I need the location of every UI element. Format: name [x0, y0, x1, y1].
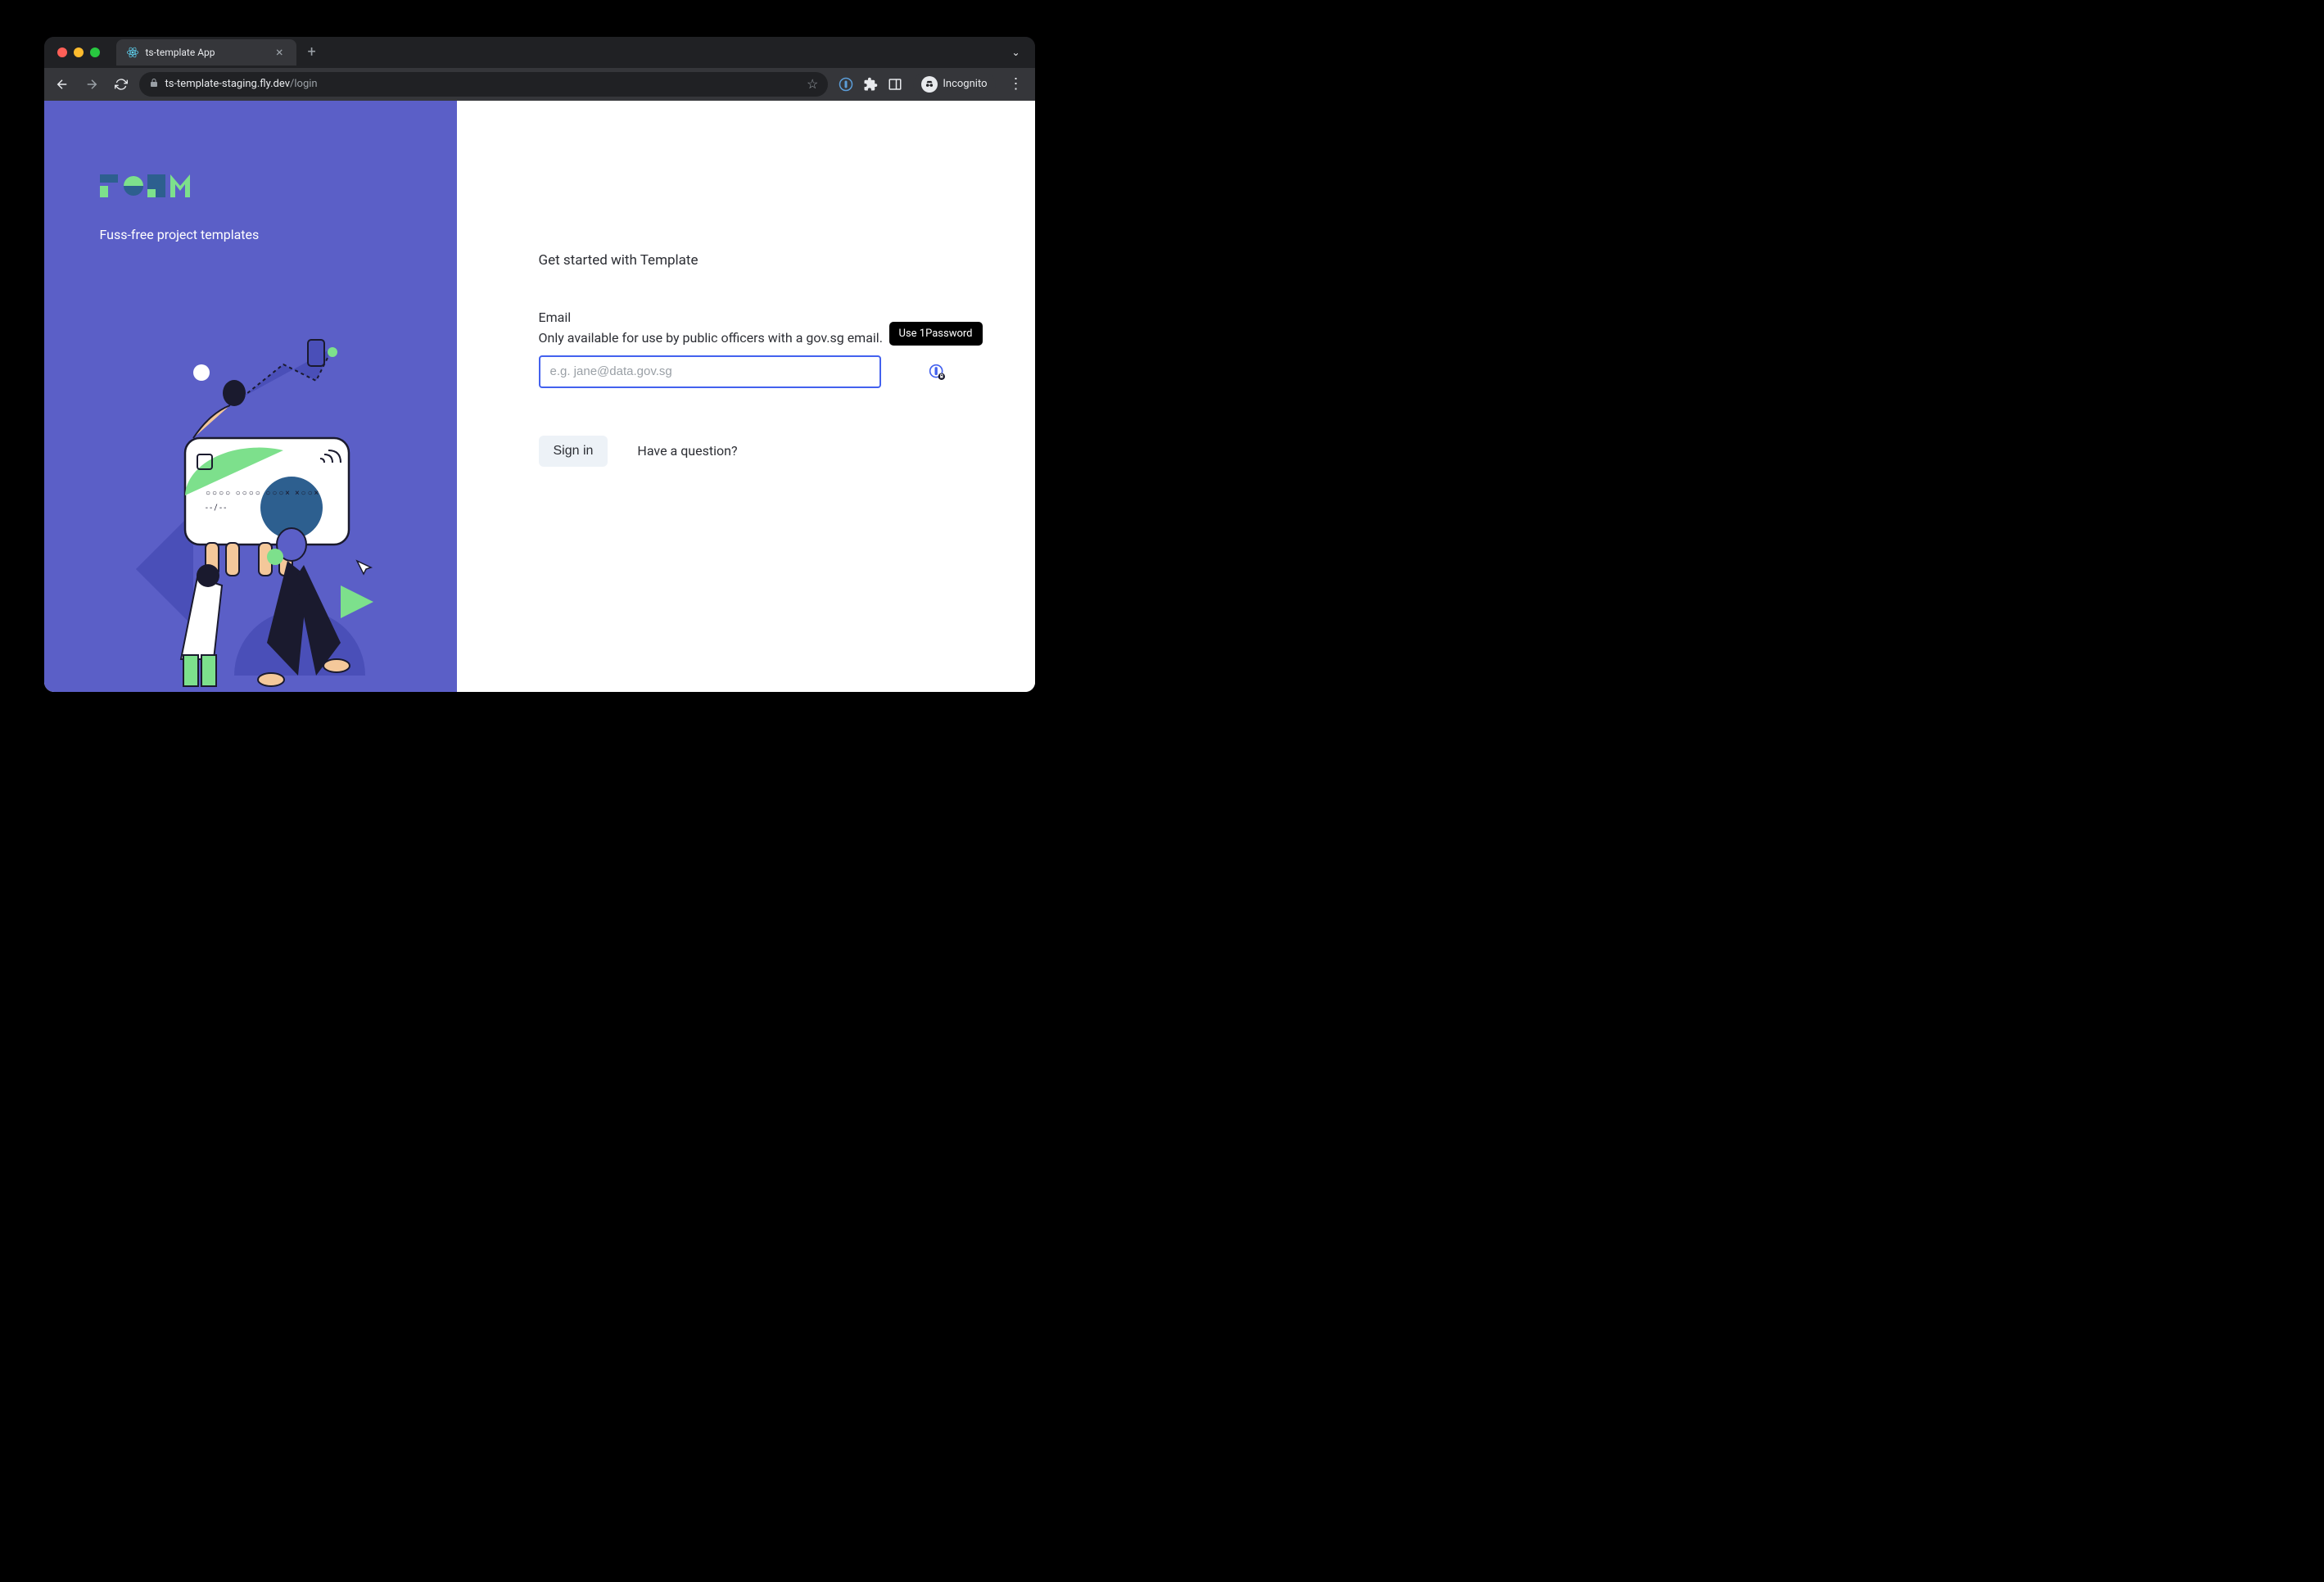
extensions-puzzle-icon[interactable] — [862, 76, 879, 93]
back-button[interactable] — [51, 73, 74, 96]
browser-tab[interactable]: ts-template App × — [116, 39, 296, 66]
bookmark-star-icon[interactable]: ☆ — [807, 76, 818, 92]
tab-bar: ts-template App × + ⌄ — [44, 37, 1035, 68]
login-actions: Sign in Have a question? — [539, 436, 953, 467]
extension-icons — [834, 76, 907, 93]
tab-menu-button[interactable]: ⌄ — [1003, 47, 1028, 58]
login-heading: Get started with Template — [539, 252, 953, 269]
left-panel: Fuss-free project templates ○○○○ ○○○○ ○○… — [44, 101, 457, 692]
onepassword-tooltip: Use 1Password — [889, 322, 983, 346]
onepassword-inline-icon[interactable] — [929, 364, 945, 380]
address-bar[interactable]: ts-template-staging.fly.dev/login ☆ — [139, 72, 829, 97]
onepassword-extension-icon[interactable] — [838, 76, 854, 93]
tab-title: ts-template App — [146, 47, 266, 58]
page-content: Fuss-free project templates ○○○○ ○○○○ ○○… — [44, 101, 1035, 692]
incognito-label: Incognito — [943, 78, 987, 90]
maximize-window-button[interactable] — [90, 47, 100, 57]
browser-window: ts-template App × + ⌄ ts-template-stagin… — [44, 37, 1035, 692]
url-path: /login — [290, 78, 318, 90]
panel-icon[interactable] — [887, 76, 903, 93]
window-controls — [51, 47, 106, 57]
svg-text:- - / - -: - - / - - — [206, 504, 226, 513]
browser-menu-button[interactable]: ⋮ — [1002, 75, 1029, 93]
email-input-wrap: Use 1Password — [539, 355, 953, 388]
url-text: ts-template-staging.fly.dev/login — [165, 78, 801, 90]
svg-text:○○○○ ○○○○ ○○○× ×○○×: ○○○○ ○○○○ ○○○× ×○○× — [206, 489, 320, 498]
tagline: Fuss-free project templates — [100, 227, 401, 242]
lock-icon — [149, 78, 159, 90]
forward-button[interactable] — [80, 73, 103, 96]
url-host: ts-template-staging.fly.dev — [165, 78, 291, 90]
form-logo — [100, 174, 401, 197]
browser-toolbar: ts-template-staging.fly.dev/login ☆ Inco… — [44, 68, 1035, 101]
react-favicon-icon — [126, 46, 139, 59]
login-panel: Get started with Template Email Only ava… — [457, 101, 1035, 692]
incognito-icon — [921, 76, 938, 93]
email-input[interactable] — [539, 355, 881, 388]
close-window-button[interactable] — [57, 47, 67, 57]
new-tab-button[interactable]: + — [300, 43, 324, 61]
signin-button[interactable]: Sign in — [539, 436, 608, 467]
have-a-question-link[interactable]: Have a question? — [637, 443, 737, 459]
close-tab-button[interactable]: × — [273, 46, 287, 59]
incognito-badge[interactable]: Incognito — [913, 73, 995, 96]
minimize-window-button[interactable] — [74, 47, 84, 57]
hero-illustration: ○○○○ ○○○○ ○○○× ×○○× - - / - - — [103, 332, 398, 692]
reload-button[interactable] — [110, 73, 133, 96]
